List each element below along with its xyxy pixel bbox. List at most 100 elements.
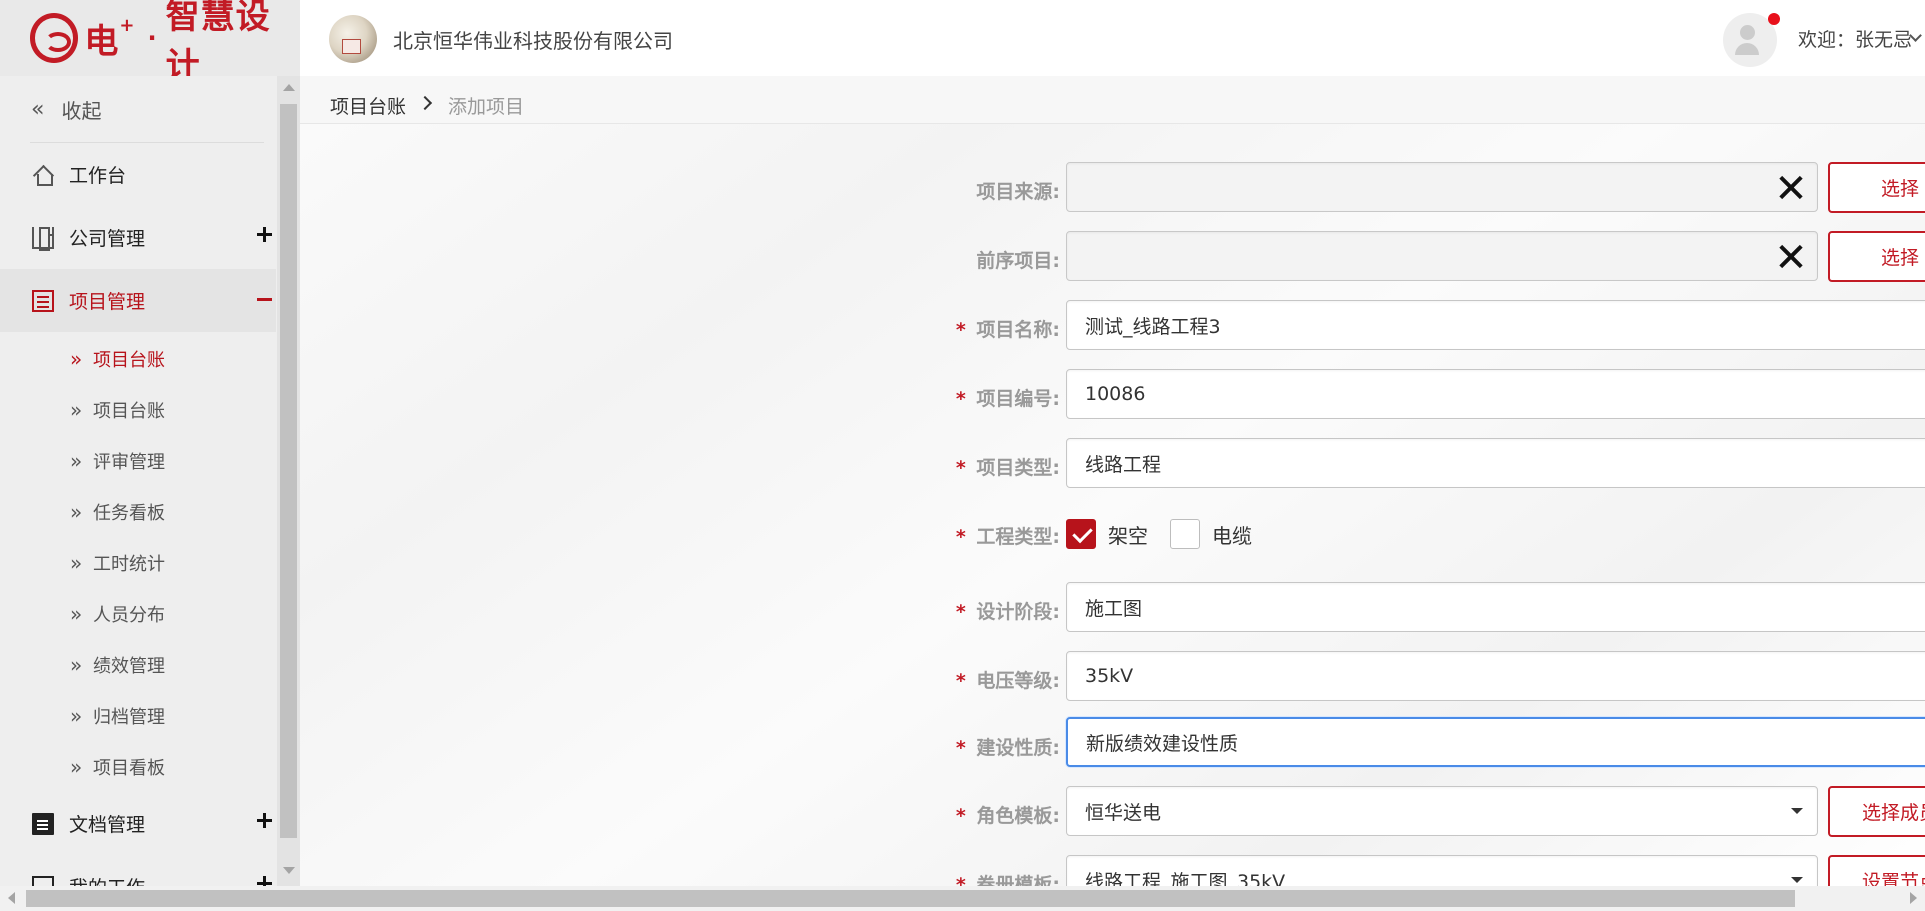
double-chevron-right-icon: »	[70, 346, 83, 371]
cable-checkbox[interactable]	[1170, 519, 1200, 549]
sidebar-item-project-management[interactable]: 项目管理	[0, 269, 276, 332]
submenu-item-label: 任务看板	[93, 502, 165, 524]
sidebar-item-label: 工作台	[69, 165, 127, 187]
double-chevron-right-icon: »	[70, 754, 83, 779]
welcome-user[interactable]: 欢迎：张无忌	[1798, 25, 1912, 52]
company-avatar	[329, 15, 377, 63]
expand-plus-icon[interactable]	[257, 813, 272, 828]
sidebar-item-label: 我的工作	[69, 873, 145, 886]
double-chevron-right-icon: »	[70, 550, 83, 575]
overhead-checkbox-label[interactable]: 架空	[1108, 520, 1148, 549]
home-icon	[32, 164, 54, 186]
submenu-item-archive-management[interactable]: » 归档管理	[0, 690, 276, 741]
engineering-type-label-text: 工程类型:	[976, 526, 1060, 548]
submenu-item-label: 评审管理	[93, 451, 165, 473]
logo-main-text: 电	[84, 21, 120, 62]
project-name-value: 测试_线路工程3	[1085, 315, 1221, 338]
brand-logo[interactable]: 电 + · 智慧设计	[0, 0, 300, 86]
building-icon	[32, 226, 54, 251]
expand-plus-icon[interactable]	[257, 876, 272, 886]
project-source-label-text: 项目来源:	[976, 181, 1060, 203]
horizontal-scroll-thumb[interactable]	[26, 890, 1795, 907]
double-chevron-right-icon: »	[70, 601, 83, 626]
submenu-item-project-ledger-2[interactable]: » 项目台账	[0, 384, 276, 435]
role-template-label: * 角色模板:	[890, 801, 1060, 828]
required-marker: *	[955, 805, 966, 827]
breadcrumb-project-ledger[interactable]: 项目台账	[330, 92, 406, 119]
submenu-item-project-ledger[interactable]: » 项目台账	[0, 333, 276, 384]
scroll-right-icon[interactable]	[1910, 892, 1917, 904]
voltage-level-value: 35kV	[1085, 665, 1134, 687]
clear-icon[interactable]	[1777, 242, 1805, 270]
construction-nature-label: * 建设性质:	[890, 733, 1060, 760]
company-name: 北京恒华伟业科技股份有限公司	[393, 29, 673, 53]
sidebar-item-document-management[interactable]: 文档管理	[0, 792, 276, 855]
horizontal-scrollbar[interactable]	[0, 886, 1925, 911]
select-button-label: 选择	[1880, 178, 1919, 200]
scroll-down-icon[interactable]	[283, 867, 295, 874]
project-type-value: 线路工程	[1085, 453, 1162, 476]
submenu-item-performance-management[interactable]: » 绩效管理	[0, 639, 276, 690]
voltage-level-label: * 电压等级:	[890, 666, 1060, 693]
project-source-label: 项目来源:	[890, 177, 1060, 204]
project-source-input[interactable]	[1066, 162, 1818, 212]
sidebar-scroll-thumb[interactable]	[280, 104, 297, 838]
select-predecessor-button[interactable]: 选择	[1828, 231, 1925, 282]
chevron-right-icon	[417, 95, 433, 111]
sidebar-collapse-button[interactable]: « 收起	[0, 76, 276, 142]
construction-nature-select[interactable]: 新版绩效建设性质	[1066, 717, 1925, 767]
notification-dot[interactable]	[1768, 13, 1780, 25]
expand-plus-icon[interactable]	[257, 227, 272, 242]
sidebar-item-company-management[interactable]: 公司管理	[0, 206, 276, 269]
project-submenu: » 项目台账 » 项目台账 » 评审管理 » 任务看板 » 工时统计 » 人员分…	[0, 332, 276, 792]
sidebar-item-my-work[interactable]: 我的工作	[0, 855, 276, 886]
submenu-item-project-board[interactable]: » 项目看板	[0, 741, 276, 792]
sidebar-item-workbench[interactable]: 工作台	[0, 143, 276, 206]
breadcrumb-current-page: 添加项目	[448, 96, 525, 118]
design-stage-label-text: 设计阶段:	[976, 601, 1060, 623]
engineering-type-label: * 工程类型:	[890, 522, 1060, 549]
submenu-item-review-management[interactable]: » 评审管理	[0, 435, 276, 486]
cable-checkbox-label[interactable]: 电缆	[1212, 520, 1252, 549]
project-code-label-text: 项目编号:	[976, 388, 1060, 410]
predecessor-input[interactable]	[1066, 231, 1818, 281]
dropdown-arrow-icon	[1791, 877, 1803, 883]
submenu-item-staff-distribution[interactable]: » 人员分布	[0, 588, 276, 639]
voltage-level-select[interactable]: 35kV	[1066, 651, 1925, 701]
project-type-select[interactable]: 线路工程	[1066, 438, 1925, 488]
sidebar-item-label: 文档管理	[69, 814, 146, 836]
sidebar-scrollbar[interactable]	[277, 76, 300, 886]
required-marker: *	[955, 737, 966, 759]
submenu-item-label: 绩效管理	[93, 655, 165, 677]
collapse-minus-icon[interactable]	[257, 298, 272, 301]
design-stage-select[interactable]: 施工图	[1066, 582, 1925, 632]
role-template-value: 恒华送电	[1085, 801, 1162, 824]
sidebar-item-label: 公司管理	[69, 228, 146, 250]
select-members-button[interactable]: 选择成员	[1828, 786, 1925, 837]
logo-dot-text: ·	[147, 24, 158, 52]
document-icon	[32, 812, 54, 835]
project-code-label: * 项目编号:	[890, 384, 1060, 411]
logo-mark-icon	[30, 13, 79, 63]
overhead-checkbox[interactable]	[1066, 519, 1096, 549]
select-project-source-button[interactable]: 选择	[1828, 162, 1925, 213]
submenu-item-label: 项目台账	[93, 400, 165, 422]
scroll-left-icon[interactable]	[8, 892, 15, 904]
submenu-item-label: 人员分布	[93, 604, 165, 626]
scroll-up-icon[interactable]	[283, 84, 295, 91]
dropdown-arrow-icon	[1791, 808, 1803, 814]
breadcrumb: 项目台账 添加项目	[300, 76, 1925, 124]
submenu-item-label: 项目台账	[93, 349, 165, 371]
required-marker: *	[955, 601, 966, 623]
collapse-label: 收起	[61, 98, 102, 123]
design-stage-value: 施工图	[1085, 597, 1143, 620]
role-template-select[interactable]: 恒华送电	[1066, 786, 1818, 836]
submenu-item-label: 归档管理	[93, 706, 165, 728]
project-form-area: 项目来源: 选择 前序项目: 选择 * 项目名称: 测试_线路工程3 * 项目编…	[300, 124, 1925, 906]
select-members-label: 选择成员	[1861, 802, 1925, 824]
submenu-item-task-board[interactable]: » 任务看板	[0, 486, 276, 537]
clear-icon[interactable]	[1777, 173, 1805, 201]
project-name-input[interactable]: 测试_线路工程3	[1066, 300, 1925, 350]
project-code-input[interactable]: 10086	[1066, 369, 1925, 419]
submenu-item-hours-statistics[interactable]: » 工时统计	[0, 537, 276, 588]
